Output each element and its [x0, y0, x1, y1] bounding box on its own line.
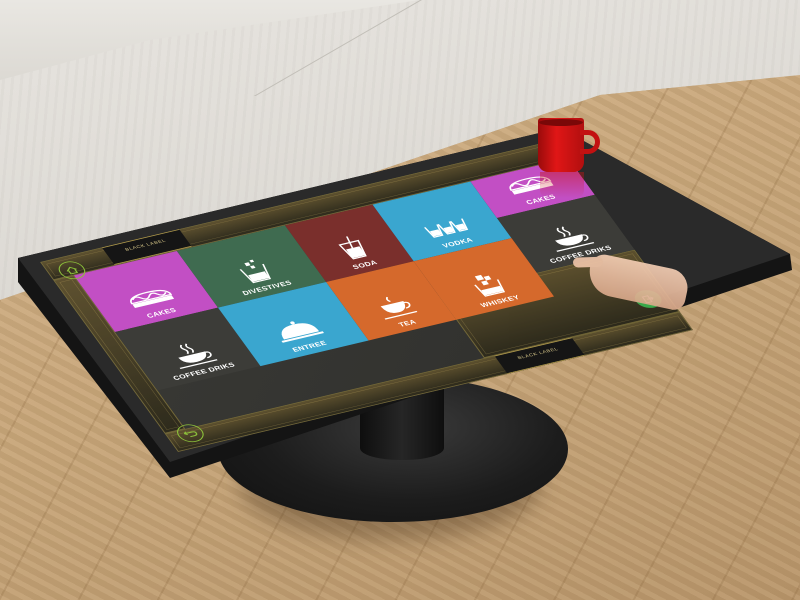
tile-label: SODA	[351, 259, 379, 271]
tile-label: TEA	[397, 318, 418, 329]
teacup-icon	[380, 296, 418, 320]
home-icon	[66, 266, 79, 275]
back-arrow-icon	[183, 431, 198, 438]
mug-reflection	[540, 172, 584, 198]
menu-screen: BLACK LABEL BLACK LABEL CAKES DIVESTIVES	[40, 140, 693, 452]
plate-text: BLACK LABEL	[124, 238, 168, 253]
red-mug	[538, 118, 584, 172]
plate-text: BLACK LABEL	[516, 346, 560, 361]
